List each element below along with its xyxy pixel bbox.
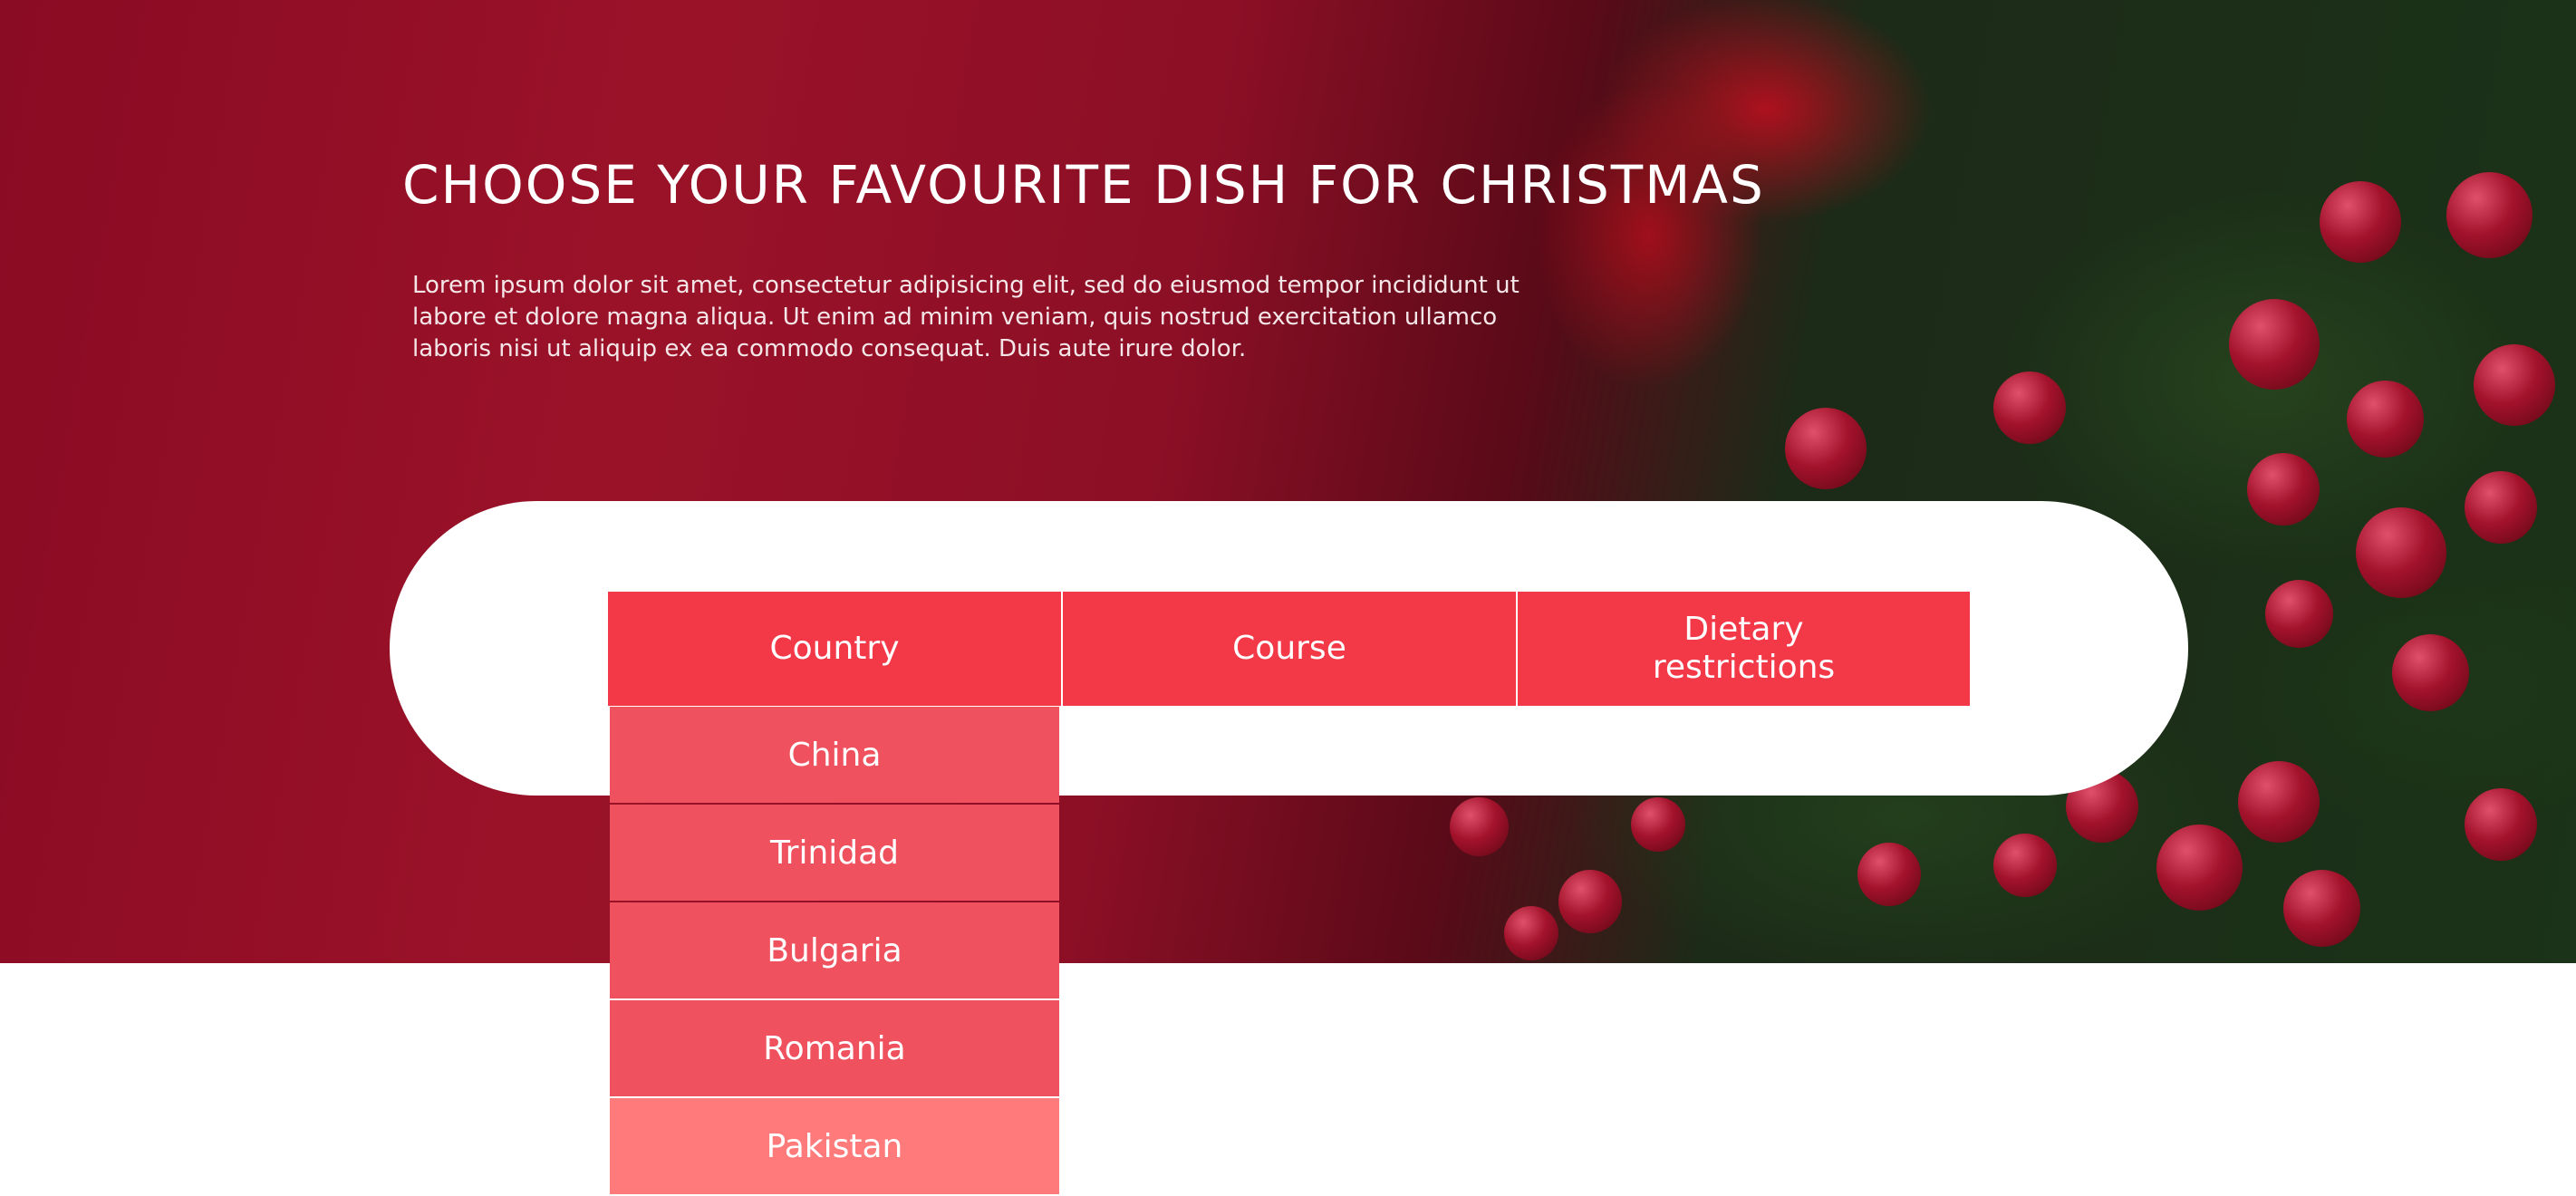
country-option-pakistan[interactable]: Pakistan (610, 1098, 1059, 1194)
berry-decoration (2238, 761, 2320, 843)
berry-decoration (1993, 834, 2057, 897)
berry-decoration (2347, 381, 2424, 458)
country-option-china[interactable]: China (610, 707, 1059, 803)
berry-decoration (1631, 797, 1685, 852)
berry-decoration (2392, 634, 2469, 711)
christmas-wreath-image (0, 0, 2576, 963)
berry-decoration (2229, 299, 2320, 390)
berry-decoration (2320, 181, 2401, 263)
hero-description: Lorem ipsum dolor sit amet, consectetur … (412, 272, 1520, 362)
country-option-bulgaria[interactable]: Bulgaria (610, 902, 1059, 998)
berry-decoration (2156, 825, 2243, 911)
berry-decoration (2465, 471, 2537, 544)
hero-banner: CHOOSE YOUR FAVOURITE DISH FOR CHRISTMAS… (0, 0, 2576, 963)
berry-decoration (2474, 344, 2555, 426)
course-filter-button[interactable]: Course (1063, 592, 1516, 706)
berry-decoration (2446, 172, 2533, 258)
country-option-trinidad[interactable]: Trinidad (610, 805, 1059, 901)
berry-decoration (2465, 788, 2537, 861)
country-option-romania[interactable]: Romania (610, 1000, 1059, 1096)
berry-decoration (1993, 371, 2066, 444)
berry-decoration (2356, 507, 2446, 598)
berry-decoration (1785, 408, 1867, 489)
dietary-restrictions-filter-button[interactable]: Dietary restrictions (1518, 592, 1970, 706)
berry-decoration (1504, 906, 1558, 960)
course-filter-label: Course (1232, 630, 1346, 667)
berry-decoration (2283, 870, 2360, 947)
berry-decoration (1558, 870, 1622, 933)
berry-decoration (1450, 797, 1509, 856)
berry-decoration (1857, 843, 1921, 906)
page-title: CHOOSE YOUR FAVOURITE DISH FOR CHRISTMAS (402, 154, 1765, 216)
country-filter-button[interactable]: Country (608, 592, 1061, 706)
country-dropdown: China Trinidad Bulgaria Romania Pakistan (610, 707, 1059, 1196)
berry-decoration (2265, 580, 2333, 648)
dietary-restrictions-filter-label: Dietary restrictions (1652, 611, 1836, 686)
country-filter-label: Country (769, 630, 900, 667)
berry-decoration (2247, 453, 2320, 526)
